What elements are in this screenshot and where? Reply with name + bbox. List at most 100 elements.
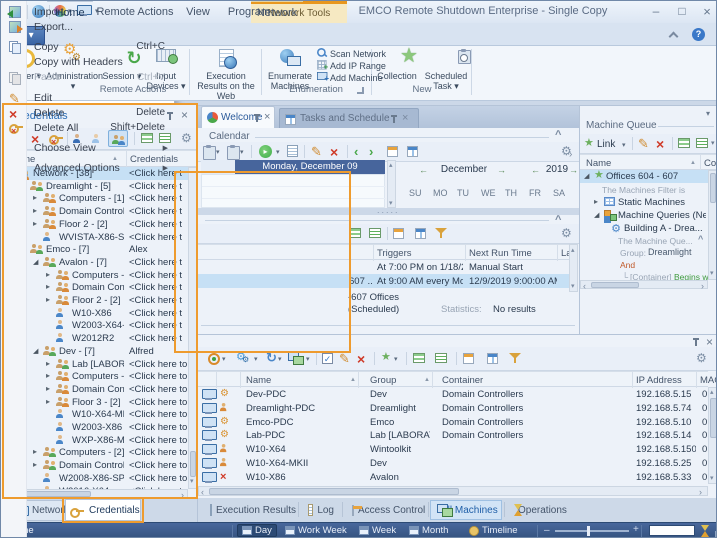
scroll-down-icon[interactable]: ▾ bbox=[710, 270, 714, 277]
horizontal-splitter[interactable]: ..... bbox=[197, 208, 579, 215]
view-day-button[interactable]: Day bbox=[237, 524, 277, 537]
machines-view-list-button[interactable] bbox=[413, 353, 425, 366]
panel-expand-icon[interactable]: › bbox=[569, 150, 572, 160]
column-header-ip-address[interactable]: IP Address bbox=[636, 375, 682, 386]
machines-view-details-button[interactable] bbox=[435, 353, 447, 366]
expander-open-icon[interactable]: ◢ bbox=[33, 348, 38, 355]
scroll-left-icon[interactable]: ‹ bbox=[201, 488, 204, 497]
tasks-calendar-button[interactable] bbox=[393, 228, 404, 242]
expander-closed-icon[interactable]: ▸ bbox=[33, 194, 37, 202]
tasks-view-details-button[interactable] bbox=[369, 228, 381, 241]
tab-credentials[interactable]: Credentials bbox=[65, 499, 141, 521]
ribbon-tab-home[interactable]: Home bbox=[47, 1, 93, 2]
close-button[interactable]: × bbox=[699, 5, 715, 18]
menu-item-choose-view[interactable]: Choose View▶ bbox=[2, 141, 174, 156]
credentials-tree-row[interactable]: W2012R2<Click here t bbox=[4, 332, 188, 345]
tab-operations[interactable]: Operations bbox=[508, 500, 572, 520]
column-header-name[interactable]: Name bbox=[246, 375, 271, 386]
minimize-button[interactable]: – bbox=[647, 5, 665, 17]
expander-closed-icon[interactable]: ▸ bbox=[33, 207, 37, 215]
task-row[interactable]: At 7:00 PM on 1/18/2...Manual Start bbox=[197, 260, 569, 274]
tab-tasks-and-schedule[interactable]: Tasks and Schedule× bbox=[279, 108, 419, 128]
zoom-in-button[interactable]: + bbox=[633, 525, 639, 535]
scroll-up-icon[interactable]: ▴ bbox=[710, 389, 714, 396]
prev-month-icon[interactable]: ← bbox=[419, 166, 428, 175]
scroll-up-icon[interactable]: ▴ bbox=[389, 162, 393, 169]
column-header-mac[interactable]: MAC bbox=[700, 375, 717, 386]
dialog-launcher-button[interactable] bbox=[357, 86, 366, 95]
calendar-collapse-button[interactable]: ^ bbox=[555, 130, 561, 141]
credentials-tree-row[interactable]: ▸Floor 2 - [2]<Click here t bbox=[4, 294, 188, 307]
expander-open-icon[interactable]: ◢ bbox=[594, 212, 599, 219]
credentials-tree-row[interactable]: ▸Domain Controll...<Click here t bbox=[4, 281, 188, 294]
tab-access-control[interactable]: Access Control bbox=[346, 500, 426, 520]
credentials-tree-row[interactable]: WVISTA-X86-SP1<Click here t bbox=[4, 231, 188, 244]
menu-item-paste[interactable]: PasteCtrl+V bbox=[2, 70, 174, 85]
expander-closed-icon[interactable]: ▸ bbox=[46, 271, 50, 279]
expander-closed-icon[interactable]: ▸ bbox=[46, 283, 50, 291]
machine-queue-row[interactable]: Group:Dreamlight bbox=[580, 246, 708, 259]
tab-welcome[interactable]: Welcome× bbox=[201, 106, 275, 128]
machine-queue-row[interactable]: And bbox=[580, 258, 708, 271]
tab-all-machines[interactable]: All Machines bbox=[430, 500, 502, 520]
credentials-tree-row[interactable]: W2003-X64-MKIII<Click here t bbox=[4, 319, 188, 332]
credentials-tree-row[interactable]: ▸Domain Controll...<Click here to bbox=[4, 383, 188, 396]
session-actions-button[interactable]: ↻ bbox=[266, 351, 277, 364]
credentials-tree-row[interactable]: ▸Domain Controllers ...<Click here t bbox=[4, 205, 188, 218]
scroll-left-icon[interactable]: ‹ bbox=[583, 282, 586, 291]
machine-row[interactable]: W10-X64-MKIIDev192.168.5.250 bbox=[198, 456, 708, 470]
next-month-icon[interactable]: → bbox=[497, 166, 506, 175]
scroll-down-icon[interactable]: ▾ bbox=[190, 478, 194, 485]
expander-closed-icon[interactable]: ▸ bbox=[33, 448, 37, 456]
column-header-co[interactable]: Co bbox=[704, 158, 716, 169]
run-task-button[interactable]: ▸ bbox=[259, 145, 272, 158]
credentials-tree-row[interactable]: ◢Avalon - [7]<Click here t bbox=[4, 256, 188, 269]
tasks-vscrollbar[interactable]: ▴▾ bbox=[569, 244, 578, 292]
machine-row[interactable]: ×W10-X86Avalon192.168.5.330 bbox=[198, 470, 708, 484]
view-work-week-button[interactable]: Work Week bbox=[281, 524, 351, 537]
resize-grip[interactable] bbox=[709, 531, 717, 538]
expander-closed-icon[interactable]: ▸ bbox=[33, 220, 37, 228]
ribbon-collapse-button[interactable] bbox=[669, 31, 681, 39]
menu-item-delete[interactable]: ×DeleteDelete bbox=[2, 105, 174, 120]
machine-queue-row[interactable]: The Machines Filter is not... bbox=[580, 183, 708, 196]
expander-closed-icon[interactable]: ▸ bbox=[46, 296, 50, 304]
input-devices-button[interactable] bbox=[288, 352, 303, 367]
expander-open-icon[interactable]: ◢ bbox=[584, 173, 589, 180]
menu-item-edit[interactable]: ✎Edit bbox=[2, 90, 174, 105]
machine-queue-row[interactable]: ▸Static Machines bbox=[580, 196, 708, 209]
credentials-tree-row[interactable]: ▸Domain Controllers ...<Click here to bbox=[4, 459, 188, 472]
zoom-out-button[interactable]: – bbox=[544, 526, 550, 536]
credentials-tree-row[interactable]: ▸Computers - [2]<Click here to bbox=[4, 446, 188, 459]
menu-item-export-[interactable]: Export... bbox=[2, 19, 174, 34]
mq-vscrollbar[interactable]: ▾ bbox=[708, 170, 717, 280]
machines-calendar2-button[interactable] bbox=[487, 353, 498, 367]
credentials-tree-row[interactable]: WXP-X86-MKII<Click here to bbox=[4, 434, 188, 447]
tasks-filter-button[interactable] bbox=[435, 228, 447, 242]
new-task-button[interactable] bbox=[203, 145, 214, 161]
zoom-slider-thumb[interactable] bbox=[587, 526, 590, 536]
task-report-button[interactable] bbox=[287, 145, 298, 160]
collapse-icon[interactable]: ^ bbox=[698, 235, 703, 244]
credentials-tree-row[interactable]: W10-X64-MKII<Click here to bbox=[4, 408, 188, 421]
tab-execution-results[interactable]: Execution Results bbox=[204, 500, 296, 520]
machine-queue-row[interactable]: ◢★Offices 604 - 607 bbox=[580, 170, 708, 183]
tab-pin-button[interactable] bbox=[253, 114, 261, 126]
menu-item-delete-all[interactable]: Delete AllShift+Delete bbox=[2, 120, 174, 135]
credentials-tree-row[interactable]: ◢Emco - [7]Alex bbox=[4, 243, 188, 256]
tab-close-button[interactable]: × bbox=[264, 112, 270, 123]
tab-pin-button[interactable] bbox=[390, 115, 398, 127]
scroll-right-icon[interactable]: › bbox=[699, 488, 702, 497]
help-button[interactable]: ? bbox=[692, 28, 705, 41]
view-month-button[interactable]: Month bbox=[405, 524, 461, 537]
machines-vscrollbar[interactable]: ▴▾ bbox=[708, 387, 717, 484]
maximize-button[interactable]: □ bbox=[673, 5, 691, 17]
column-header-container[interactable]: Container bbox=[442, 375, 483, 386]
expander-closed-icon[interactable]: ▸ bbox=[46, 398, 50, 406]
scroll-down-icon[interactable]: ▾ bbox=[710, 475, 714, 482]
calendar-vscrollbar[interactable]: ▴▾ bbox=[387, 160, 396, 208]
tab-log[interactable]: Log bbox=[302, 500, 340, 520]
credentials-tree-row[interactable]: ◢Dreamlight - [5]<Click here t bbox=[4, 180, 188, 193]
tasks-calendar2-button[interactable] bbox=[415, 228, 426, 242]
machine-queue-row[interactable]: The Machine Que...^ bbox=[580, 234, 708, 247]
